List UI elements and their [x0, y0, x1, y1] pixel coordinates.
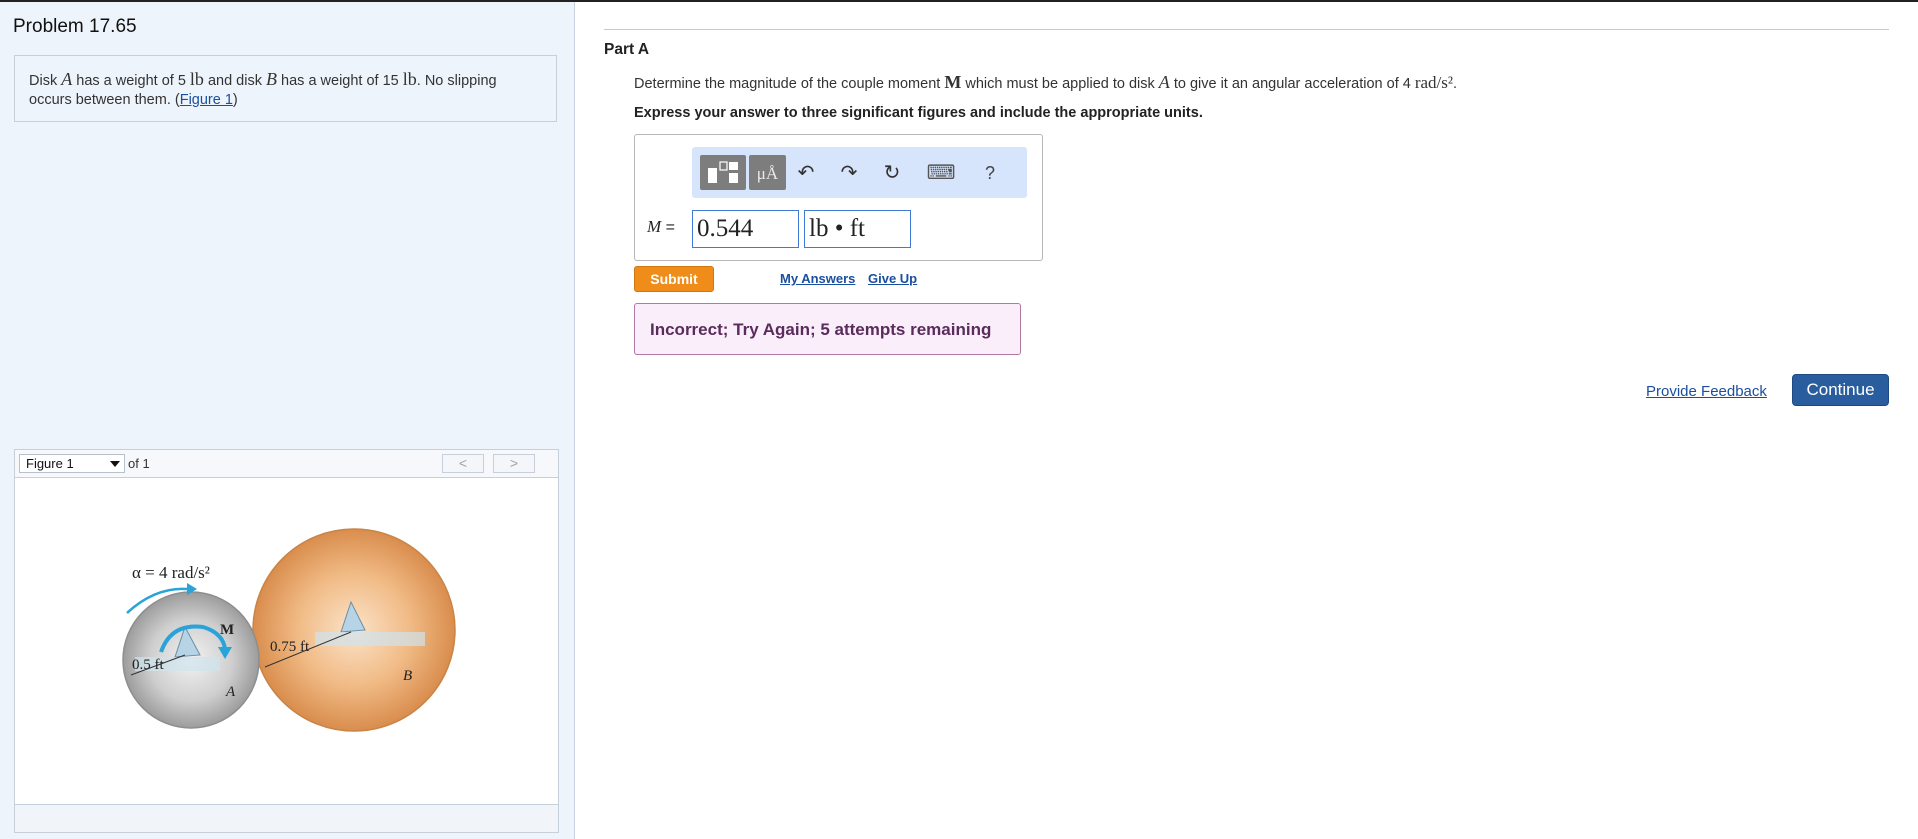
provide-feedback-link[interactable]: Provide Feedback [1646, 383, 1767, 400]
moment-label: M [220, 622, 234, 638]
undo-icon[interactable]: ↶ [795, 162, 817, 184]
question-text: Determine the magnitude of the couple mo… [634, 72, 1458, 92]
units-button[interactable]: μÅ [749, 155, 786, 190]
unit-lb: lb [189, 69, 204, 89]
reset-icon[interactable]: ↻ [881, 162, 903, 184]
ground-b [315, 632, 425, 646]
unit-lb: lb [402, 69, 417, 89]
radius-b-label: 0.75 ft [270, 639, 310, 655]
disk-a-label: A [225, 684, 236, 700]
templates-button[interactable] [700, 155, 746, 190]
moment-symbol: M [944, 72, 962, 92]
figure-image: α = 4 rad/s² M 0.5 ft 0.75 ft A B [122, 528, 456, 732]
angular-acceleration-unit: rad/s² [1414, 73, 1453, 92]
submit-button[interactable]: Submit [634, 266, 714, 292]
figure-toolbar: Figure 1 of 1 < > [15, 450, 558, 478]
feedback-message: Incorrect; Try Again; 5 attempts remaini… [650, 320, 992, 339]
answer-units-input[interactable]: lb • ft [804, 210, 911, 248]
give-up-link[interactable]: Give Up [868, 271, 917, 286]
problem-statement: Disk A has a weight of 5 lb and disk B h… [14, 55, 557, 122]
figure-viewer: Figure 1 of 1 < > α = 4 rad/s² M 0.5 ft … [14, 449, 559, 833]
instruction-text: Express your answer to three significant… [634, 105, 1203, 121]
answer-box: μÅ ↶ ↷ ↻ ⌨ ? M = 0.544 lb • ft [634, 134, 1043, 261]
figure-select[interactable]: Figure 1 [19, 454, 125, 473]
redo-icon[interactable]: ↷ [838, 162, 860, 184]
alpha-label: α = 4 rad/s² [132, 563, 210, 582]
keyboard-icon[interactable]: ⌨ [926, 162, 956, 184]
divider [604, 29, 1889, 30]
answer-variable-label: M = [647, 217, 675, 236]
help-button[interactable]: ? [979, 162, 1001, 184]
chevron-down-icon [110, 461, 120, 467]
my-answers-link[interactable]: My Answers [780, 271, 855, 286]
continue-button[interactable]: Continue [1792, 374, 1889, 406]
figure-count: of 1 [128, 456, 150, 471]
figure-footer [15, 804, 558, 832]
part-title: Part A [604, 41, 650, 58]
prev-figure-button[interactable]: < [442, 454, 484, 473]
radius-a-label: 0.5 ft [132, 657, 164, 673]
feedback-message-box: Incorrect; Try Again; 5 attempts remaini… [634, 303, 1021, 355]
problem-title: Problem 17.65 [13, 16, 137, 37]
templates-icon [708, 161, 738, 183]
question-panel [575, 2, 1918, 839]
disk-b-symbol: B [266, 69, 278, 89]
figure-link[interactable]: Figure 1 [180, 92, 233, 108]
disk-a-symbol: A [61, 69, 73, 89]
disk-b-label: B [403, 668, 412, 684]
problem-panel: Problem 17.65 Disk A has a weight of 5 l… [0, 2, 575, 839]
disk-a-symbol: A [1158, 72, 1170, 92]
next-figure-button[interactable]: > [493, 454, 535, 473]
math-toolbar: μÅ ↶ ↷ ↻ ⌨ ? [692, 147, 1027, 198]
answer-value-input[interactable]: 0.544 [692, 210, 799, 248]
